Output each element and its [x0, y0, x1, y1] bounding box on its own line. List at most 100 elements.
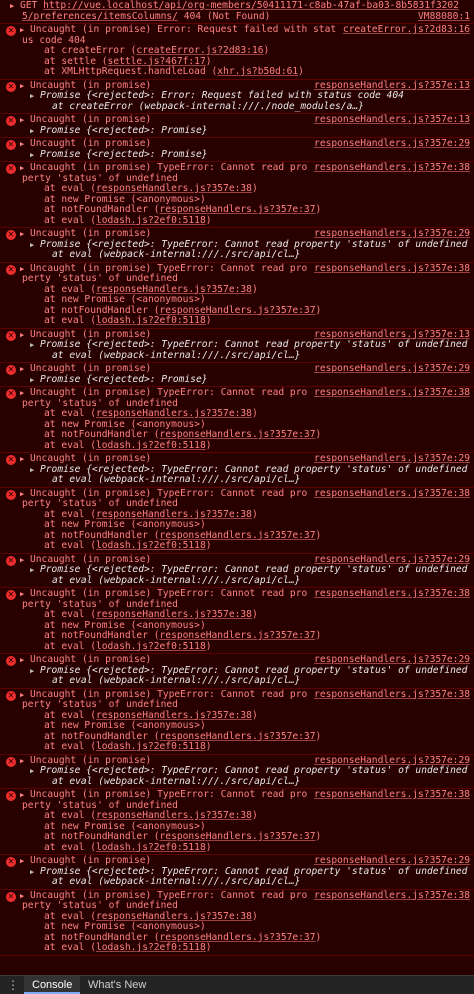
typeerror-message: ✕ ▶ responseHandlers.js?357e:38 Uncaught (i… — [0, 789, 474, 855]
source-link[interactable]: responseHandlers.js?357e:29 — [314, 453, 470, 465]
expand-triangle-icon[interactable]: ▶ — [20, 655, 30, 666]
source-link[interactable]: responseHandlers.js?357e:29 — [314, 654, 470, 666]
expand-triangle-icon[interactable]: ▶ — [30, 126, 40, 137]
source-link[interactable]: responseHandlers.js?357e:29 — [314, 138, 470, 150]
expand-triangle-icon[interactable]: ▶ — [20, 364, 30, 375]
error-text: Uncaught (in promise) TypeError: Cannot … — [22, 588, 308, 610]
expand-triangle-icon[interactable]: ▶ — [20, 81, 30, 92]
error-icon: ✕ — [6, 140, 16, 150]
source-link[interactable]: responseHandlers.js?357e:38 — [314, 789, 470, 801]
expand-triangle-icon[interactable]: ▶ — [30, 766, 40, 777]
stack-frame-link[interactable]: responseHandlers.js?357e:38 — [96, 408, 252, 419]
stack-frame: at eval (lodash.js?2ef0:5118) — [44, 214, 212, 226]
expand-triangle-icon[interactable]: ▶ — [20, 115, 30, 126]
stack-frame-link[interactable]: responseHandlers.js?357e:38 — [96, 609, 252, 620]
expand-triangle-icon[interactable]: ▶ — [30, 340, 40, 351]
promise-preview[interactable]: ▶ Promise {<rejected>: TypeError: Cannot … — [22, 339, 470, 351]
error-icon: ✕ — [6, 81, 16, 92]
stack-frame-link[interactable]: settle.js?467f:17 — [108, 56, 206, 67]
expand-triangle-icon[interactable]: ▶ — [20, 856, 30, 867]
stack-frame-link[interactable]: lodash.js?2ef0:5118 — [96, 440, 206, 451]
error-text: Uncaught (in promise) — [30, 654, 152, 665]
promise-preview[interactable]: ▶ Promise {<rejected>: Error: Request fai… — [22, 90, 470, 102]
stack-frame-link[interactable]: lodash.js?2ef0:5118 — [96, 741, 206, 752]
expand-triangle-icon[interactable]: ▶ — [30, 565, 40, 576]
stack-frame-link[interactable]: responseHandlers.js?357e:37 — [160, 630, 316, 641]
stack-frame-link[interactable]: responseHandlers.js?357e:38 — [96, 183, 252, 194]
expand-triangle-icon[interactable]: ▶ — [20, 454, 30, 465]
promise-preview[interactable]: ▶ Promise {<rejected>: Promise} — [22, 149, 470, 161]
stack-frame-link[interactable]: responseHandlers.js?357e:38 — [96, 911, 252, 922]
stack-frame-link[interactable]: responseHandlers.js?357e:38 — [96, 284, 252, 295]
promise-stack-preview: at eval (webpack-internal:///./src/api/c… — [52, 474, 301, 485]
source-link[interactable]: createError.js?2d83:16 — [343, 24, 470, 36]
stack-frame-link[interactable]: createError.js?2d83:16 — [136, 45, 263, 56]
error-text: Uncaught (in promise) — [30, 855, 152, 866]
expand-triangle-icon[interactable]: ▶ — [20, 756, 30, 767]
expand-triangle-icon[interactable]: ▶ — [30, 91, 40, 102]
source-link[interactable]: responseHandlers.js?357e:38 — [314, 689, 470, 701]
console-log[interactable]: ▶ GET http://vue.localhost/api/org-member… — [0, 0, 474, 975]
expand-triangle-icon[interactable]: ▶ — [20, 229, 30, 240]
expand-triangle-icon[interactable]: ▶ — [10, 1, 20, 12]
stack-frame-link[interactable]: lodash.js?2ef0:5118 — [96, 842, 206, 853]
source-link[interactable]: responseHandlers.js?357e:38 — [314, 588, 470, 600]
request-status: 404 (Not Found) — [177, 10, 271, 22]
source-link[interactable]: responseHandlers.js?357e:38 — [314, 890, 470, 902]
expand-triangle-icon[interactable]: ▶ — [30, 666, 40, 677]
expand-triangle-icon[interactable]: ▶ — [30, 240, 40, 251]
expand-triangle-icon[interactable]: ▶ — [20, 330, 30, 341]
stack-frame-link[interactable]: responseHandlers.js?357e:37 — [160, 305, 316, 316]
stack-frame-link[interactable]: responseHandlers.js?357e:37 — [160, 731, 316, 742]
tab-whats-new[interactable]: What's New — [80, 976, 154, 994]
source-link[interactable]: responseHandlers.js?357e:29 — [314, 228, 470, 240]
promise-preview[interactable]: ▶ Promise {<rejected>: Promise} — [22, 374, 470, 386]
promise-preview[interactable]: ▶ Promise {<rejected>: TypeError: Cannot … — [22, 765, 470, 777]
stack-frame: at eval (lodash.js?2ef0:5118) — [44, 315, 212, 326]
stack-frame-link[interactable]: responseHandlers.js?357e:37 — [160, 204, 316, 215]
stack-frame-link[interactable]: responseHandlers.js?357e:38 — [96, 810, 252, 821]
expand-triangle-icon[interactable]: ▶ — [30, 375, 40, 386]
stack-frame-link[interactable]: lodash.js?2ef0:5118 — [96, 641, 206, 652]
request-method: GET — [20, 0, 44, 11]
error-icon: ✕ — [6, 330, 16, 341]
source-link[interactable]: responseHandlers.js?357e:29 — [314, 855, 470, 867]
source-link[interactable]: responseHandlers.js?357e:29 — [314, 363, 470, 375]
uncaught-promise-error: ✕ ▶ responseHandlers.js?357e:29 Uncaught (i… — [0, 654, 474, 689]
stack-frame-link[interactable]: responseHandlers.js?357e:37 — [160, 831, 316, 842]
stack-frame-link[interactable]: lodash.js?2ef0:5118 — [96, 540, 206, 551]
stack-frame-link[interactable]: xhr.js?b50d:61 — [217, 66, 298, 77]
uncaught-promise-error: ✕ ▶ responseHandlers.js?357e:29 Uncaught (i… — [0, 855, 474, 890]
stack-frame-link[interactable]: lodash.js?2ef0:5118 — [96, 942, 206, 953]
stack-frame-link[interactable]: responseHandlers.js?357e:37 — [160, 429, 316, 440]
error-icon: ✕ — [6, 756, 16, 767]
stack-frame-link[interactable]: responseHandlers.js?357e:38 — [96, 509, 252, 520]
stack-frame-link[interactable]: responseHandlers.js?357e:37 — [160, 932, 316, 943]
source-link[interactable]: responseHandlers.js?357e:38 — [314, 488, 470, 500]
uncaught-promise-error: ✕ ▶ responseHandlers.js?357e:29 Uncaught (i… — [0, 554, 474, 588]
request-failed-error: ✕ ▶ createError.js?2d83:16 Uncaught (in pro… — [0, 24, 474, 80]
typeerror-message: ✕ ▶ responseHandlers.js?357e:38 Uncaught (i… — [0, 387, 474, 453]
source-link[interactable]: responseHandlers.js?357e:38 — [314, 162, 470, 174]
stack-frame: at XMLHttpRequest.handleLoad (xhr.js?b50… — [44, 66, 304, 77]
kebab-menu-icon[interactable]: ⋮ — [7, 978, 19, 992]
expand-triangle-icon[interactable]: ▶ — [30, 150, 40, 161]
stack-frame-link[interactable]: lodash.js?2ef0:5118 — [96, 315, 206, 326]
tab-console[interactable]: Console — [24, 976, 81, 994]
expand-triangle-icon[interactable]: ▶ — [30, 465, 40, 476]
source-link[interactable]: VM88080:1 — [418, 11, 470, 23]
expand-triangle-icon[interactable]: ▶ — [20, 139, 30, 150]
expand-triangle-icon[interactable]: ▶ — [20, 555, 30, 566]
promise-preview[interactable]: ▶ Promise {<rejected>: Promise} — [22, 125, 470, 137]
promise-preview[interactable]: ▶ Promise {<rejected>: TypeError: Cannot … — [22, 564, 470, 576]
stack-frame: at eval (responseHandlers.js?357e:38) — [44, 609, 258, 620]
error-text: Uncaught (in promise) — [30, 228, 152, 239]
source-link[interactable]: responseHandlers.js?357e:38 — [314, 263, 470, 275]
stack-frame-link[interactable]: responseHandlers.js?357e:37 — [160, 530, 316, 541]
stack-frame-link[interactable]: lodash.js?2ef0:5118 — [96, 215, 206, 226]
expand-triangle-icon[interactable]: ▶ — [30, 867, 40, 878]
source-link[interactable]: responseHandlers.js?357e:13 — [314, 114, 470, 126]
stack-frame-link[interactable]: responseHandlers.js?357e:38 — [96, 710, 252, 721]
source-link[interactable]: responseHandlers.js?357e:38 — [314, 387, 470, 399]
error-text: Uncaught (in promise) — [30, 114, 152, 125]
